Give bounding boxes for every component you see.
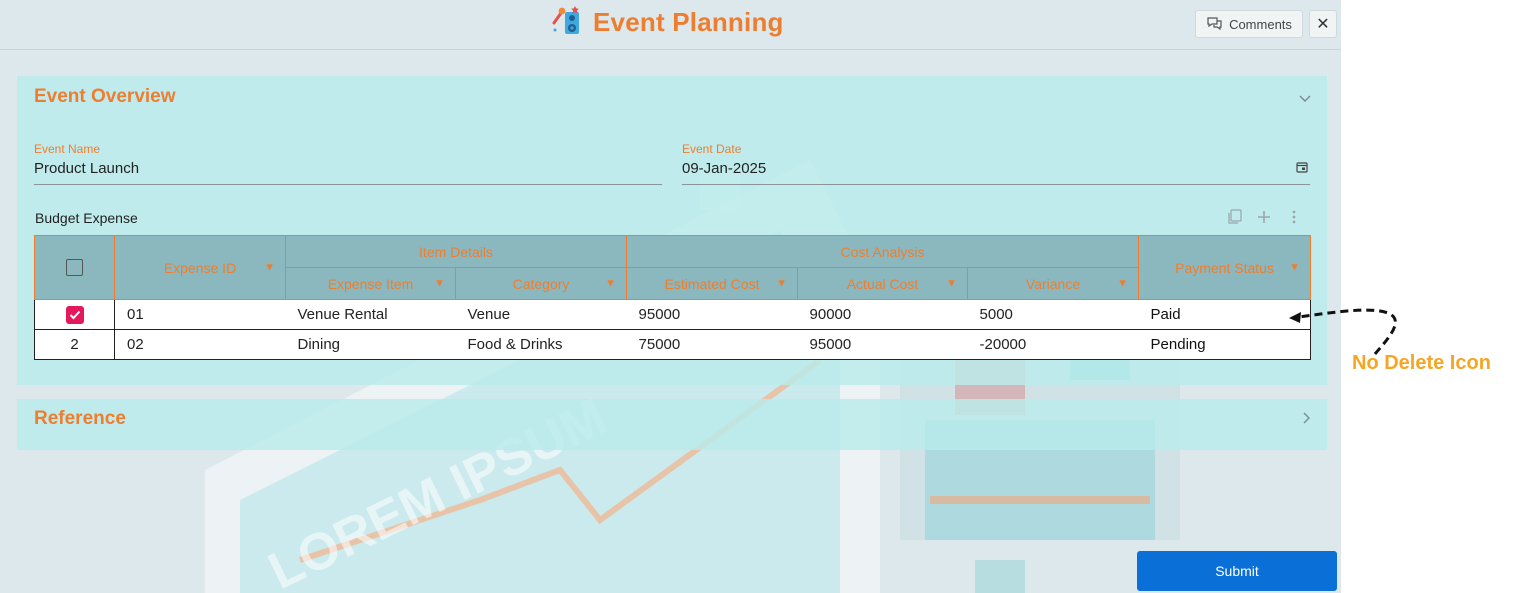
- budget-expense-label: Budget Expense: [35, 210, 138, 226]
- event-speaker-icon: [549, 3, 583, 42]
- comments-label: Comments: [1229, 16, 1292, 32]
- app-title: Event Planning: [593, 6, 784, 37]
- column-header-expense-id[interactable]: Expense ID ▼: [114, 235, 286, 300]
- expense-item-cell[interactable]: Dining: [285, 329, 456, 360]
- expense-id-header-label: Expense ID: [163, 259, 237, 276]
- copy-icon[interactable]: [1225, 208, 1243, 226]
- more-options-icon[interactable]: [1285, 208, 1303, 226]
- category-header-label: Category: [512, 275, 570, 292]
- chevron-right-icon[interactable]: [1303, 411, 1311, 427]
- filter-icon[interactable]: ▼: [1117, 278, 1128, 289]
- row-index-cell[interactable]: 2: [34, 329, 115, 360]
- actual-cost-cell[interactable]: 90000: [797, 299, 968, 330]
- title-group: Event Planning: [549, 5, 784, 39]
- submit-button[interactable]: Submit: [1137, 551, 1337, 591]
- column-header-variance[interactable]: Variance ▼: [967, 267, 1140, 300]
- expense-id-cell[interactable]: 01: [114, 299, 286, 330]
- filter-icon[interactable]: ▼: [1289, 262, 1300, 273]
- estimated-cost-header-label: Estimated Cost: [664, 275, 760, 292]
- filter-icon[interactable]: ▼: [605, 278, 616, 289]
- column-header-actual-cost[interactable]: Actual Cost ▼: [797, 267, 969, 300]
- actual-cost-cell[interactable]: 95000: [797, 329, 968, 360]
- column-header-expense-item[interactable]: Expense Item ▼: [285, 267, 456, 300]
- filter-icon[interactable]: ▼: [776, 278, 787, 289]
- group-header-cost-analysis: Cost Analysis: [626, 235, 1140, 268]
- event-date-field[interactable]: Event Date 09-Jan-2025: [682, 142, 1310, 185]
- expense-id-cell[interactable]: 02: [114, 329, 286, 360]
- close-icon: ✕: [1316, 16, 1330, 33]
- comments-icon: [1206, 16, 1223, 33]
- grid-toolbar: [1225, 208, 1303, 226]
- event-date-value[interactable]: 09-Jan-2025: [682, 160, 766, 177]
- calendar-icon[interactable]: [1296, 160, 1308, 178]
- estimated-cost-cell[interactable]: 95000: [626, 299, 798, 330]
- app-window: LOREM IPSUM Event Planning Comments ✕ Ev…: [0, 0, 1341, 593]
- variance-header-label: Variance: [1025, 275, 1081, 292]
- reference-title[interactable]: Reference: [34, 408, 126, 430]
- estimated-cost-cell[interactable]: 75000: [626, 329, 798, 360]
- event-date-label: Event Date: [682, 142, 742, 156]
- comments-button[interactable]: Comments: [1195, 10, 1303, 38]
- annotation-arrow-icon: [1289, 308, 1397, 355]
- expense-item-header-label: Expense Item: [327, 275, 414, 292]
- payment-status-header-label: Payment Status: [1175, 259, 1274, 276]
- column-header-payment-status[interactable]: Payment Status ▼: [1138, 235, 1312, 300]
- category-cell[interactable]: Venue: [455, 299, 627, 330]
- row-select-cell[interactable]: [34, 299, 115, 330]
- reference-panel: Reference: [17, 399, 1327, 450]
- select-all-header: [34, 235, 115, 300]
- table-row[interactable]: 01 Venue Rental Venue 95000 90000 5000 P…: [34, 299, 1312, 330]
- app-header: Event Planning Comments ✕: [0, 0, 1341, 50]
- group-header-item-details: Item Details: [284, 235, 628, 268]
- expense-item-cell[interactable]: Venue Rental: [285, 299, 456, 330]
- variance-cell[interactable]: 5000: [967, 299, 1139, 330]
- table-row[interactable]: 2 02 Dining Food & Drinks 75000 95000 -2…: [34, 329, 1312, 360]
- select-all-checkbox[interactable]: [66, 259, 83, 277]
- filter-icon[interactable]: ▼: [946, 278, 957, 289]
- actual-cost-header-label: Actual Cost: [846, 275, 919, 292]
- filter-icon[interactable]: ▼: [434, 278, 445, 289]
- event-overview-panel: Event Overview Event Name Product Launch…: [17, 76, 1327, 385]
- add-row-icon[interactable]: [1255, 208, 1273, 226]
- variance-cell[interactable]: -20000: [967, 329, 1139, 360]
- event-name-label: Event Name: [34, 142, 101, 156]
- column-header-estimated-cost[interactable]: Estimated Cost ▼: [626, 267, 799, 300]
- checkmark-icon: [69, 310, 80, 319]
- event-overview-title[interactable]: Event Overview: [34, 86, 176, 108]
- budget-expense-grid: Expense ID ▼ Item Details Cost Analysis …: [34, 235, 1312, 360]
- row-checkbox-checked[interactable]: [65, 305, 84, 324]
- category-cell[interactable]: Food & Drinks: [455, 329, 627, 360]
- event-name-field[interactable]: Event Name Product Launch: [34, 142, 662, 185]
- filter-icon[interactable]: ▼: [264, 262, 275, 273]
- chevron-down-icon[interactable]: [1299, 90, 1311, 106]
- close-button[interactable]: ✕: [1309, 10, 1337, 38]
- event-name-value[interactable]: Product Launch: [34, 160, 139, 177]
- column-header-category[interactable]: Category ▼: [454, 267, 628, 300]
